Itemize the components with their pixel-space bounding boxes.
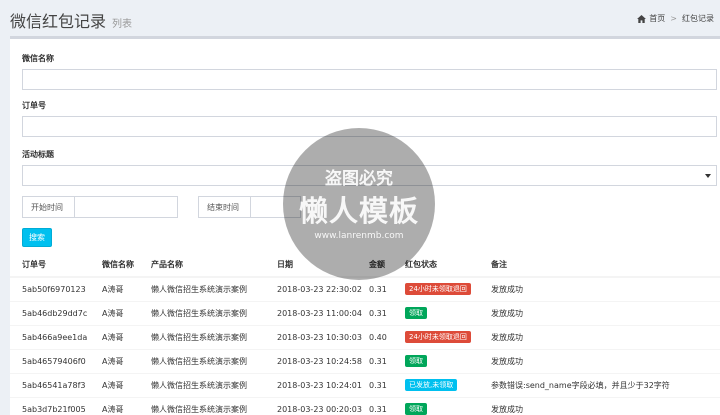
chevron-down-icon xyxy=(705,174,711,178)
watermark-line-2: 懒人模板 xyxy=(298,194,419,228)
amount-cell: 0.40 xyxy=(363,324,393,349)
note-cell: 发放成功 xyxy=(479,276,720,301)
wechat-name-label: 微信名称 xyxy=(22,54,54,63)
product-cell: 懒人微信招生系统演示案例 xyxy=(139,300,265,325)
date-cell: 2018-03-23 22:30:02 xyxy=(265,276,363,301)
page-title-text: 微信红包记录 xyxy=(10,12,107,31)
search-button[interactable]: 搜索 xyxy=(22,228,52,247)
wechat-name-input[interactable] xyxy=(22,69,717,90)
product-cell: 懒人微信招生系统演示案例 xyxy=(139,372,265,397)
amount-cell: 0.31 xyxy=(363,348,393,373)
order-cell: 5ab46579406f0 xyxy=(10,348,90,373)
wechat-name-cell: A涛哥 xyxy=(90,276,139,301)
date-cell: 2018-03-23 10:24:58 xyxy=(265,348,363,373)
breadcrumb-current: 红包记录 xyxy=(682,14,714,23)
order-cell: 5ab3d7b21f005 xyxy=(10,396,90,415)
amount-cell: 0.31 xyxy=(363,276,393,301)
product-cell: 懒人微信招生系统演示案例 xyxy=(139,276,265,301)
column-header-note: 备注 xyxy=(479,252,720,278)
table-row: 5ab50f6970123 A涛哥 懒人微信招生系统演示案例 2018-03-2… xyxy=(10,276,720,301)
status-badge: 24小时未领取退回 xyxy=(405,331,471,343)
status-cell: 24小时未领取退回 xyxy=(393,276,479,301)
start-time-input[interactable] xyxy=(75,196,178,218)
product-cell: 懒人微信招生系统演示案例 xyxy=(139,324,265,349)
wechat-name-cell: A涛哥 xyxy=(90,396,139,415)
note-cell: 参数错误:send_name字段必填，并且少于32字符 xyxy=(479,372,720,397)
watermark-line-1: 盗图必究 xyxy=(325,169,393,189)
product-cell: 懒人微信招生系统演示案例 xyxy=(139,348,265,373)
order-cell: 5ab50f6970123 xyxy=(10,276,90,301)
amount-cell: 0.31 xyxy=(363,300,393,325)
status-cell: 领取 xyxy=(393,396,479,415)
amount-cell: 0.31 xyxy=(363,396,393,415)
note-cell: 发放成功 xyxy=(479,348,720,373)
table-row: 5ab3d7b21f005 A涛哥 懒人微信招生系统演示案例 2018-03-2… xyxy=(10,396,720,415)
order-no-label: 订单号 xyxy=(22,101,46,110)
column-header-product: 产品名称 xyxy=(139,252,265,278)
breadcrumb-home-link[interactable]: 首页 xyxy=(649,13,665,24)
note-cell: 发放成功 xyxy=(479,396,720,415)
column-header-order: 订单号 xyxy=(10,252,90,278)
home-icon xyxy=(637,14,647,23)
end-time-label: 结束时间 xyxy=(198,196,251,218)
wechat-name-cell: A涛哥 xyxy=(90,348,139,373)
note-cell: 发放成功 xyxy=(479,324,720,349)
breadcrumb-separator: > xyxy=(670,14,677,23)
activity-title-label: 活动标题 xyxy=(22,150,54,159)
status-badge: 领取 xyxy=(405,307,427,319)
start-time-group: 开始时间 xyxy=(22,196,178,218)
table-row: 5ab466a9ee1da A涛哥 懒人微信招生系统演示案例 2018-03-2… xyxy=(10,324,720,349)
page-title: 微信红包记录 列表 xyxy=(10,8,132,32)
order-cell: 5ab46db29dd7c xyxy=(10,300,90,325)
status-cell: 领取 xyxy=(393,348,479,373)
date-cell: 2018-03-23 10:30:03 xyxy=(265,324,363,349)
date-cell: 2018-03-23 00:20:03 xyxy=(265,396,363,415)
note-cell: 发放成功 xyxy=(479,300,720,325)
start-time-label: 开始时间 xyxy=(22,196,75,218)
date-cell: 2018-03-23 10:24:01 xyxy=(265,372,363,397)
order-cell: 5ab466a9ee1da xyxy=(10,324,90,349)
status-cell: 24小时未领取退回 xyxy=(393,324,479,349)
status-badge: 24小时未领取退回 xyxy=(405,283,471,296)
watermark-line-3: www.lanrenmb.com xyxy=(314,231,404,241)
status-badge: 领取 xyxy=(405,403,427,415)
wechat-name-cell: A涛哥 xyxy=(90,372,139,397)
order-cell: 5ab46541a78f3 xyxy=(10,372,90,397)
table-row: 5ab46541a78f3 A涛哥 懒人微信招生系统演示案例 2018-03-2… xyxy=(10,372,720,397)
wechat-name-cell: A涛哥 xyxy=(90,300,139,325)
table-row: 5ab46579406f0 A涛哥 懒人微信招生系统演示案例 2018-03-2… xyxy=(10,348,720,373)
status-cell: 已发放,未领取 xyxy=(393,372,479,397)
product-cell: 懒人微信招生系统演示案例 xyxy=(139,396,265,415)
status-badge: 领取 xyxy=(405,355,427,367)
page-header: 微信红包记录 列表 首页 > 红包记录 xyxy=(0,0,720,36)
page-subtitle: 列表 xyxy=(112,19,133,30)
amount-cell: 0.31 xyxy=(363,372,393,397)
watermark-stamp: 盗图必究 懒人模板 www.lanrenmb.com xyxy=(283,128,435,280)
column-header-wechat-name: 微信名称 xyxy=(90,252,139,278)
table-row: 5ab46db29dd7c A涛哥 懒人微信招生系统演示案例 2018-03-2… xyxy=(10,300,720,325)
status-cell: 领取 xyxy=(393,300,479,325)
date-cell: 2018-03-23 11:00:04 xyxy=(265,300,363,325)
breadcrumb: 首页 > 红包记录 xyxy=(637,13,714,24)
wechat-name-cell: A涛哥 xyxy=(90,324,139,349)
status-badge: 已发放,未领取 xyxy=(405,379,458,391)
